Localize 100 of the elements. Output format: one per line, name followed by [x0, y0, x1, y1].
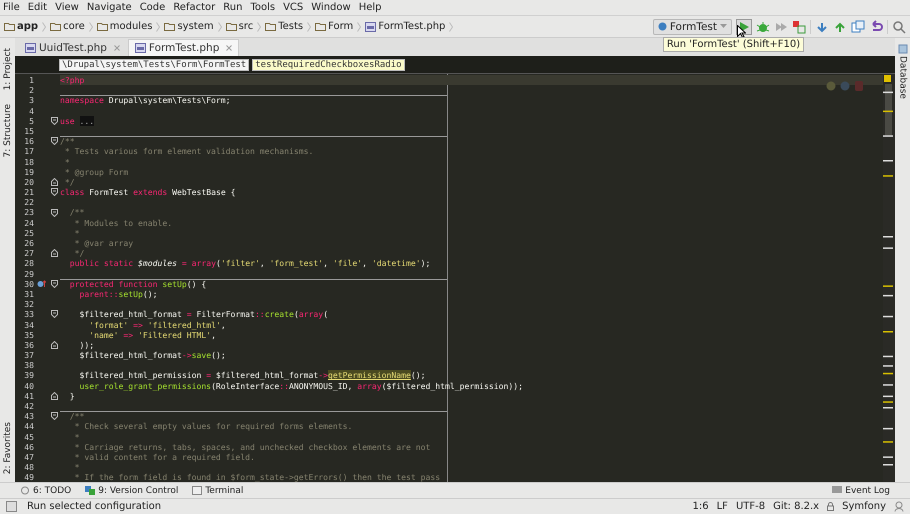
- fold-icon[interactable]: [50, 188, 58, 196]
- browser-icons-drawing: [825, 80, 865, 92]
- fold-end-icon[interactable]: [50, 340, 58, 349]
- line-number: 20: [23, 176, 34, 188]
- code-line: use ...: [60, 116, 94, 126]
- menu-item[interactable]: View: [55, 2, 79, 13]
- run-configuration-dropdown[interactable]: FormTest: [652, 18, 732, 34]
- folder-icon: [164, 22, 176, 31]
- code-line: */: [64, 176, 75, 187]
- code-line: $filtered_html_permission = $filtered_html_format->getPermissionName();: [78, 370, 426, 380]
- code-line: ));: [78, 340, 94, 350]
- line-number: 49: [23, 472, 34, 483]
- code-line: /**: [68, 411, 84, 422]
- caret-position[interactable]: 1:6: [692, 501, 709, 512]
- breadcrumb[interactable]: Tests: [278, 21, 304, 32]
- line-number: 41: [23, 390, 34, 402]
- breadcrumb[interactable]: src: [238, 21, 254, 32]
- menu-item[interactable]: Tools: [250, 2, 276, 13]
- code-line: *: [74, 432, 80, 442]
- editor-breadcrumb[interactable]: \Drupal\system\Tests\Form\FormTest: [59, 58, 250, 70]
- menu-item[interactable]: Edit: [28, 2, 48, 13]
- file-tab[interactable]: FormTest.php: [128, 39, 240, 56]
- fold-icon[interactable]: [50, 137, 58, 146]
- menu-item[interactable]: File: [3, 2, 20, 13]
- line-number: 15: [23, 126, 34, 136]
- window-icon[interactable]: [792, 20, 806, 34]
- line-number: 22: [23, 197, 34, 208]
- lock-icon[interactable]: [827, 502, 834, 511]
- breadcrumb[interactable]: FormTest.php: [378, 21, 446, 32]
- line-number: 31: [23, 288, 34, 300]
- fold-icon[interactable]: [50, 208, 58, 217]
- event-log-tab[interactable]: Event Log: [832, 486, 890, 496]
- tool-window-tab[interactable]: 7: Structure: [2, 104, 12, 158]
- file-tab[interactable]: UuidTest.php: [19, 40, 126, 56]
- tool-window-tab[interactable]: 9: Version Control: [85, 486, 178, 496]
- tool-window-tab[interactable]: 6: TODO: [20, 486, 72, 496]
- code-line: * If the form field is found in $form_state->getErrors() then the test pass: [74, 472, 440, 482]
- line-number: 28: [23, 258, 34, 269]
- chevron-icon: [218, 22, 222, 32]
- chevron-icon: [257, 22, 262, 32]
- menu-item[interactable]: Code: [140, 2, 166, 13]
- fold-icon[interactable]: [50, 412, 58, 420]
- code-line: * Tests various form element validation mechanisms.: [64, 146, 314, 156]
- status-message: Run selected configuration: [27, 501, 162, 512]
- breadcrumb[interactable]: system: [177, 21, 214, 32]
- breadcrumb[interactable]: modules: [110, 21, 152, 32]
- code-line: * Check several empty values for required forms elements.: [74, 421, 352, 432]
- fold-icon[interactable]: [50, 280, 58, 288]
- database-icon: [898, 44, 908, 54]
- encoding-selector[interactable]: UTF-8: [736, 501, 766, 512]
- vcs-branch-selector[interactable]: Git: 8.2.x: [773, 501, 820, 512]
- fold-end-icon[interactable]: [50, 178, 58, 186]
- line-number: 27: [23, 248, 34, 258]
- fold-end-icon[interactable]: [50, 392, 58, 400]
- line-number: 35: [23, 330, 34, 340]
- line-separator-selector[interactable]: LF: [716, 501, 728, 512]
- menu-item[interactable]: Run: [223, 2, 242, 13]
- compare-icon[interactable]: [851, 20, 865, 34]
- menu-item[interactable]: Help: [358, 2, 382, 13]
- framework-selector[interactable]: Symfony: [842, 501, 886, 512]
- code-line: */: [74, 248, 84, 258]
- line-number: 32: [23, 299, 34, 310]
- menu-item[interactable]: Navigate: [86, 2, 132, 13]
- breadcrumb[interactable]: core: [63, 21, 85, 32]
- fold-icon[interactable]: [50, 116, 58, 125]
- code-line: class FormTest extends WebTestBase {: [60, 187, 236, 198]
- line-number: 36: [23, 340, 34, 350]
- code-line: <?php: [60, 75, 84, 85]
- line-number: 16: [23, 136, 34, 146]
- code-line: user_role_grant_permissions(RoleInterface::ANONYMOUS_ID, array($filtered_html_permission));: [78, 380, 523, 391]
- tool-window-tab[interactable]: Database: [898, 56, 908, 99]
- caret-icon: [720, 24, 727, 29]
- code-line: $filtered_html_format->save();: [78, 350, 226, 360]
- editor-breadcrumb[interactable]: testRequiredCheckboxesRadio: [252, 58, 405, 70]
- breadcrumb[interactable]: app: [17, 21, 38, 32]
- code-line: namespace Drupal\system\Tests\Form;: [60, 95, 231, 106]
- close-icon[interactable]: [226, 45, 232, 51]
- panel-toggle-icon[interactable]: [6, 501, 17, 512]
- terminal-icon: [192, 486, 202, 495]
- line-number: 25: [23, 228, 34, 238]
- code-line: 'name' => 'Filtered HTML',: [88, 330, 216, 340]
- tool-window-tab[interactable]: 1: Project: [2, 48, 12, 90]
- line-number: 1: [28, 75, 34, 86]
- fold-end-icon[interactable]: [50, 249, 58, 258]
- line-number: 18: [23, 156, 34, 167]
- menu-item[interactable]: Refactor: [173, 2, 216, 13]
- tool-window-tab[interactable]: Terminal: [192, 486, 244, 496]
- code-line: *: [64, 156, 70, 166]
- menu-item[interactable]: Window: [311, 2, 351, 13]
- fold-icon[interactable]: [50, 310, 58, 318]
- line-number: 46: [23, 442, 34, 452]
- code-line: 'format' => 'filtered_html',: [88, 320, 226, 330]
- line-number: 33: [23, 309, 34, 320]
- breadcrumb[interactable]: Form: [328, 21, 354, 32]
- circle-icon: [20, 486, 30, 495]
- code-line: /**: [68, 207, 84, 218]
- php-file-icon: [365, 22, 376, 32]
- tool-window-tab[interactable]: 2: Favorites: [2, 422, 12, 474]
- search-icon[interactable]: [892, 20, 906, 34]
- menu-item[interactable]: VCS: [283, 2, 304, 13]
